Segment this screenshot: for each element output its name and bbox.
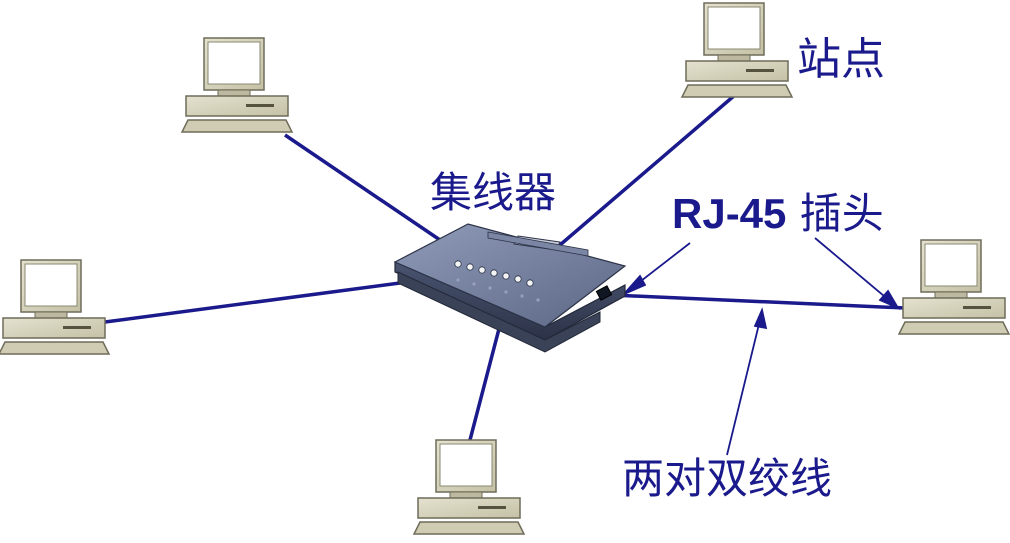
annotation-arrows [623, 237, 901, 456]
cable-bottom [468, 324, 502, 441]
station-computer-top-right [681, 2, 793, 98]
cable-right [611, 293, 906, 310]
hub-device [393, 223, 627, 353]
station-computer-right [898, 239, 1010, 335]
station-computer-bottom [413, 439, 525, 535]
station-label: 站点 [797, 34, 885, 85]
rj45-plug-label: RJ-45 插头 [672, 193, 884, 235]
cable-top-left [284, 133, 441, 242]
station-computer-top-left [181, 37, 293, 133]
hub-label: 集线器 [430, 168, 557, 217]
rj45-label-code: RJ-45 [672, 190, 787, 237]
station-computer-left [0, 259, 110, 355]
rj45-label-text: 插头 [786, 189, 884, 238]
cable-left [104, 281, 401, 324]
twisted-pair-label: 两对双绞线 [622, 454, 833, 503]
